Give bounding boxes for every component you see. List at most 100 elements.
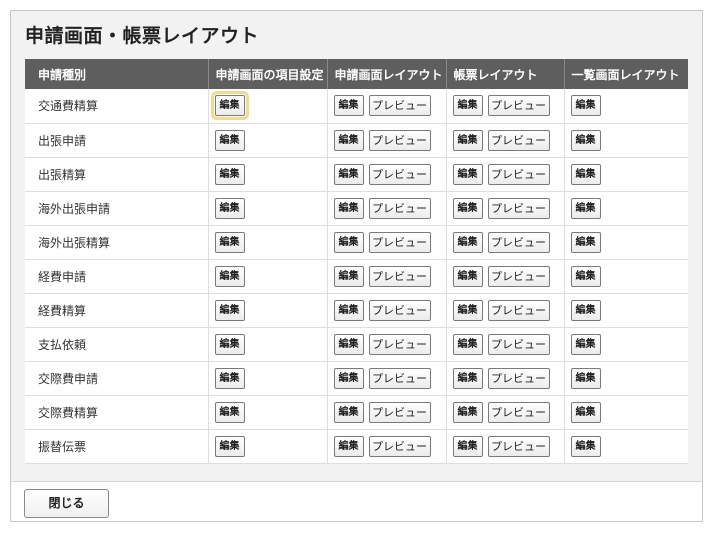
application-type-cell: 出張申請 <box>25 123 209 158</box>
form-layout-preview-button[interactable]: プレビュー <box>368 95 431 117</box>
report-layout-preview-button[interactable]: プレビュー <box>487 231 550 253</box>
table-row: 海外出張申請 編集 編集 プレビュー 編集 プレビュー 編集 <box>25 191 688 226</box>
form-layout-preview-button[interactable]: プレビュー <box>368 299 431 321</box>
item-settings-cell: 編集 <box>208 429 328 464</box>
form-layout-cell: 編集 プレビュー <box>327 259 447 294</box>
form-layout-preview-button[interactable]: プレビュー <box>368 265 431 287</box>
report-layout-edit-button[interactable]: 編集 <box>452 197 483 219</box>
form-layout-edit-button[interactable]: 編集 <box>333 265 364 287</box>
list-layout-edit-button[interactable]: 編集 <box>570 401 601 423</box>
form-layout-preview-button[interactable]: プレビュー <box>368 435 431 457</box>
report-layout-preview-button[interactable]: プレビュー <box>487 163 550 185</box>
list-layout-edit-button[interactable]: 編集 <box>570 265 601 287</box>
dialog-title: 申請画面・帳票レイアウト <box>25 25 260 47</box>
item-settings-edit-button[interactable]: 編集 <box>214 367 245 389</box>
report-layout-edit-button[interactable]: 編集 <box>452 333 483 355</box>
table-row: 振替伝票 編集 編集 プレビュー 編集 プレビュー 編集 <box>25 429 688 464</box>
item-settings-edit-button[interactable]: 編集 <box>214 265 245 287</box>
form-layout-cell: 編集 プレビュー <box>327 191 447 226</box>
form-layout-preview-button[interactable]: プレビュー <box>368 163 431 185</box>
report-layout-edit-button[interactable]: 編集 <box>452 231 483 253</box>
form-layout-edit-button[interactable]: 編集 <box>333 231 364 253</box>
report-layout-edit-button[interactable]: 編集 <box>452 401 483 423</box>
report-layout-preview-button[interactable]: プレビュー <box>487 333 550 355</box>
application-type-cell: 支払依頼 <box>25 327 209 362</box>
table-row: 交通費精算 編集 編集 プレビュー 編集 プレビュー 編集 <box>25 89 688 124</box>
report-layout-preview-button[interactable]: プレビュー <box>487 197 550 219</box>
item-settings-edit-button[interactable]: 編集 <box>214 401 245 423</box>
table-row: 支払依頼 編集 編集 プレビュー 編集 プレビュー 編集 <box>25 327 688 362</box>
form-layout-edit-button[interactable]: 編集 <box>333 401 364 423</box>
list-layout-edit-button[interactable]: 編集 <box>570 129 601 151</box>
report-layout-preview-button[interactable]: プレビュー <box>487 129 550 151</box>
report-layout-preview-button[interactable]: プレビュー <box>487 401 550 423</box>
item-settings-cell: 編集 <box>208 225 328 260</box>
report-layout-preview-button[interactable]: プレビュー <box>487 367 550 389</box>
item-settings-edit-button[interactable]: 編集 <box>214 163 245 185</box>
form-layout-edit-button[interactable]: 編集 <box>333 163 364 185</box>
list-layout-cell: 編集 <box>564 293 688 328</box>
form-layout-edit-button[interactable]: 編集 <box>333 299 364 321</box>
item-settings-edit-button[interactable]: 編集 <box>214 129 245 151</box>
report-layout-preview-button[interactable]: プレビュー <box>487 95 550 117</box>
report-layout-edit-button[interactable]: 編集 <box>452 299 483 321</box>
item-settings-cell: 編集 <box>208 89 328 124</box>
item-settings-edit-button[interactable]: 編集 <box>214 231 245 253</box>
item-settings-cell: 編集 <box>208 327 328 362</box>
list-layout-cell: 編集 <box>564 225 688 260</box>
form-layout-preview-button[interactable]: プレビュー <box>368 333 431 355</box>
form-layout-edit-button[interactable]: 編集 <box>333 333 364 355</box>
table-row: 経費申請 編集 編集 プレビュー 編集 プレビュー 編集 <box>25 259 688 294</box>
list-layout-edit-button[interactable]: 編集 <box>570 367 601 389</box>
item-settings-cell: 編集 <box>208 293 328 328</box>
form-layout-edit-button[interactable]: 編集 <box>333 367 364 389</box>
item-settings-edit-button[interactable]: 編集 <box>214 435 245 457</box>
list-layout-edit-button[interactable]: 編集 <box>570 333 601 355</box>
header-report-layout: 帳票レイアウト <box>446 59 565 89</box>
form-layout-edit-button[interactable]: 編集 <box>333 95 364 117</box>
item-settings-edit-button[interactable]: 編集 <box>210 91 249 121</box>
application-type-cell: 海外出張申請 <box>25 191 209 226</box>
close-button[interactable]: 閉じる <box>24 489 109 518</box>
list-layout-cell: 編集 <box>564 89 688 124</box>
report-layout-preview-button[interactable]: プレビュー <box>487 265 550 287</box>
item-settings-edit-button[interactable]: 編集 <box>214 333 245 355</box>
report-layout-preview-button[interactable]: プレビュー <box>487 435 550 457</box>
report-layout-cell: 編集 プレビュー <box>446 157 565 192</box>
item-settings-cell: 編集 <box>208 361 328 396</box>
report-layout-cell: 編集 プレビュー <box>446 395 565 430</box>
report-layout-edit-button[interactable]: 編集 <box>452 367 483 389</box>
report-layout-edit-button[interactable]: 編集 <box>452 265 483 287</box>
form-layout-preview-button[interactable]: プレビュー <box>368 367 431 389</box>
form-layout-cell: 編集 プレビュー <box>327 157 447 192</box>
report-layout-edit-button[interactable]: 編集 <box>452 163 483 185</box>
report-layout-edit-button[interactable]: 編集 <box>452 129 483 151</box>
report-layout-edit-button[interactable]: 編集 <box>452 435 483 457</box>
list-layout-edit-button[interactable]: 編集 <box>570 231 601 253</box>
list-layout-edit-button[interactable]: 編集 <box>570 435 601 457</box>
application-type-cell: 経費精算 <box>25 293 209 328</box>
form-layout-preview-button[interactable]: プレビュー <box>368 401 431 423</box>
list-layout-edit-button[interactable]: 編集 <box>570 299 601 321</box>
list-layout-edit-button[interactable]: 編集 <box>570 95 601 117</box>
form-layout-edit-button[interactable]: 編集 <box>333 129 364 151</box>
table-row: 交際費精算 編集 編集 プレビュー 編集 プレビュー 編集 <box>25 395 688 430</box>
report-layout-cell: 編集 プレビュー <box>446 429 565 464</box>
item-settings-edit-button[interactable]: 編集 <box>214 299 245 321</box>
application-type-cell: 交際費精算 <box>25 395 209 430</box>
form-layout-edit-button[interactable]: 編集 <box>333 435 364 457</box>
list-layout-edit-button[interactable]: 編集 <box>570 163 601 185</box>
report-layout-preview-button[interactable]: プレビュー <box>487 299 550 321</box>
form-layout-edit-button[interactable]: 編集 <box>333 197 364 219</box>
report-layout-edit-button[interactable]: 編集 <box>452 95 483 117</box>
list-layout-cell: 編集 <box>564 327 688 362</box>
form-layout-preview-button[interactable]: プレビュー <box>368 231 431 253</box>
list-layout-edit-button[interactable]: 編集 <box>570 197 601 219</box>
form-layout-cell: 編集 プレビュー <box>327 89 447 124</box>
report-layout-cell: 編集 プレビュー <box>446 191 565 226</box>
item-settings-edit-button[interactable]: 編集 <box>214 197 245 219</box>
form-layout-preview-button[interactable]: プレビュー <box>368 197 431 219</box>
report-layout-cell: 編集 プレビュー <box>446 293 565 328</box>
form-layout-preview-button[interactable]: プレビュー <box>368 129 431 151</box>
layout-table: 申請種別 申請画面の項目設定 申請画面レイアウト 帳票レイアウト 一覧画面レイア… <box>25 59 688 464</box>
